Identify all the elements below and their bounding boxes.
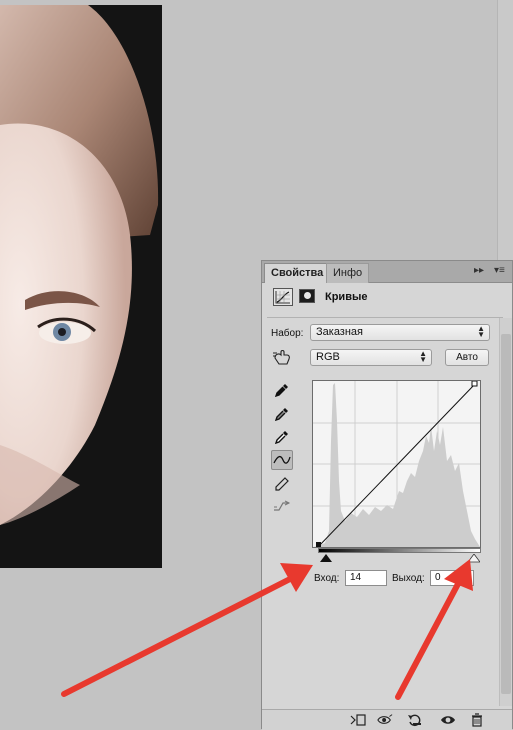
- annotation-arrows: [61, 559, 473, 700]
- arrow-to-white-slider: [395, 559, 473, 700]
- arrow-to-black-slider: [61, 563, 313, 697]
